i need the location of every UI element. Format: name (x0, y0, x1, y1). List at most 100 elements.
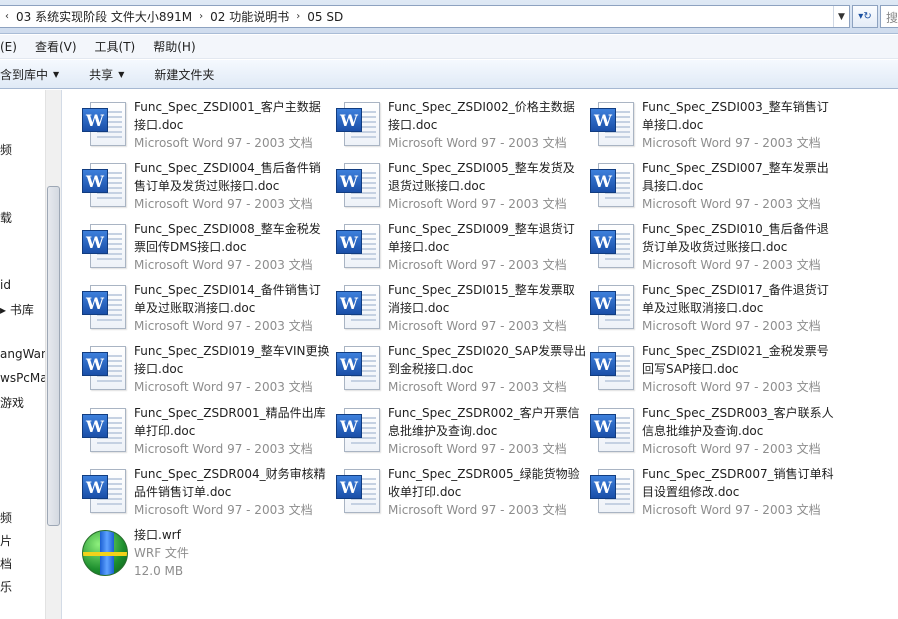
nav-item[interactable]: 载 (0, 209, 12, 226)
file-name-line: 具接口.doc (642, 179, 704, 193)
file-item[interactable]: W Func_Spec_ZSDI017_备件退货订 单及过账取消接口.doc Micr… (590, 281, 840, 337)
file-item[interactable]: W Func_Spec_ZSDI007_整车发票出 具接口.doc Microsoft… (590, 159, 840, 215)
file-name-line: Func_Spec_ZSDI005_整车发货及 (388, 161, 575, 175)
refresh-icon: ▾↻ (858, 11, 872, 22)
file-item[interactable]: W Func_Spec_ZSDI015_整车发票取 消接口.doc Microsoft… (336, 281, 586, 337)
new-folder-button[interactable]: 新建文件夹 (144, 66, 224, 83)
file-text: Func_Spec_ZSDI008_整车金税发 票回传DMS接口.doc Micro… (134, 220, 330, 274)
file-item[interactable]: W Func_Spec_ZSDI002_价格主数据 接口.doc Microsoft … (336, 98, 586, 154)
search-input[interactable]: 搜 (880, 5, 898, 28)
file-type-line: Microsoft Word 97 - 2003 文档 (642, 442, 821, 456)
file-name-line: 接口.doc (134, 362, 184, 376)
file-item[interactable]: W Func_Spec_ZSDI014_备件销售订 单及过账取消接口.doc Micr… (82, 281, 332, 337)
nav-item[interactable]: 频 (0, 141, 12, 158)
word-document-icon: W (82, 102, 128, 148)
file-text: Func_Spec_ZSDI020_SAP发票导出 到金税接口.doc Micros… (388, 342, 586, 396)
file-item[interactable]: W Func_Spec_ZSDR005_绿能货物验 收单打印.doc Microsof… (336, 465, 586, 521)
file-name-line: Func_Spec_ZSDR001_精品件出库 (134, 406, 326, 420)
word-document-icon: W (82, 469, 128, 515)
include-in-library-button[interactable]: 含到库中 ▼ (0, 66, 69, 83)
file-name-line: Func_Spec_ZSDR007_销售订单科 (642, 467, 834, 481)
file-type-line: Microsoft Word 97 - 2003 文档 (134, 503, 313, 517)
file-text: 接口.wrf WRF 文件 12.0 MB (134, 526, 330, 580)
file-type-line: Microsoft Word 97 - 2003 文档 (642, 503, 821, 517)
menu-help[interactable]: 帮助(H) (144, 38, 204, 55)
word-document-icon: W (336, 102, 382, 148)
file-text: Func_Spec_ZSDR007_销售订单科 目设置组修改.doc Microso… (642, 465, 838, 519)
file-item[interactable]: W Func_Spec_ZSDI008_整车金税发 票回传DMS接口.doc Micr… (82, 220, 332, 276)
nav-item[interactable]: ▸ 书库 (0, 301, 34, 318)
file-item[interactable]: W Func_Spec_ZSDR007_销售订单科 目设置组修改.doc Micros… (590, 465, 840, 521)
file-name-line: Func_Spec_ZSDI010_售后备件退 (642, 222, 829, 236)
nav-item[interactable]: 频 (0, 509, 12, 526)
nav-item[interactable]: id (0, 278, 11, 292)
refresh-button[interactable]: ▾↻ (852, 5, 878, 28)
word-document-icon: W (82, 224, 128, 270)
nav-scrollbar[interactable] (45, 90, 61, 619)
menu-view[interactable]: 查看(V) (26, 38, 86, 55)
file-item[interactable]: W Func_Spec_ZSDI009_整车退货订 单接口.doc Microsoft… (336, 220, 586, 276)
nav-item[interactable]: 游戏 (0, 394, 24, 411)
file-name-line: Func_Spec_ZSDR004_财务审核精 (134, 467, 326, 481)
file-name-line: 单接口.doc (388, 240, 450, 254)
file-name-line: Func_Spec_ZSDI015_整车发票取 (388, 283, 575, 297)
breadcrumb-segment-2[interactable]: 02 功能说明书 (206, 8, 293, 25)
breadcrumb-chevron-icon[interactable]: › (196, 11, 206, 22)
file-text: Func_Spec_ZSDI003_整车销售订 单接口.doc Microsoft … (642, 98, 838, 152)
file-text: Func_Spec_ZSDI005_整车发货及 退货过账接口.doc Microso… (388, 159, 584, 213)
share-button[interactable]: 共享 ▼ (79, 66, 134, 83)
file-item[interactable]: W Func_Spec_ZSDR003_客户联系人 信息批维护及查询.doc Micr… (590, 404, 840, 460)
command-bar: 含到库中 ▼ 共享 ▼ 新建文件夹 (0, 60, 898, 89)
file-item[interactable]: W Func_Spec_ZSDI021_金税发票号 回写SAP接口.doc Micro… (590, 342, 840, 398)
breadcrumb-segment-3[interactable]: 05 SD (303, 10, 347, 24)
file-item[interactable]: W Func_Spec_ZSDI020_SAP发票导出 到金税接口.doc Micro… (336, 342, 586, 398)
file-item[interactable]: W Func_Spec_ZSDI010_售后备件退 货订单及收货过账接口.doc Mi… (590, 220, 840, 276)
breadcrumb-segment-1[interactable]: 03 系统实现阶段 文件大小891M (12, 8, 196, 25)
scrollbar-thumb[interactable] (47, 186, 60, 526)
file-text: Func_Spec_ZSDI001_客户主数据 接口.doc Microsoft W… (134, 98, 330, 152)
file-item[interactable]: 接口.wrf WRF 文件 12.0 MB (82, 526, 332, 582)
file-name-line: 接口.doc (388, 118, 438, 132)
file-name-line: 退货过账接口.doc (388, 179, 486, 193)
file-item[interactable]: W Func_Spec_ZSDI019_整车VIN更换 接口.doc Microsof… (82, 342, 332, 398)
word-document-icon: W (336, 346, 382, 392)
file-name-line: 售订单及发货过账接口.doc (134, 179, 280, 193)
word-document-icon: W (590, 163, 636, 209)
breadcrumb-chevron-icon[interactable]: › (293, 11, 303, 22)
word-document-icon: W (82, 346, 128, 392)
nav-item[interactable]: 片 (0, 532, 12, 549)
file-text: Func_Spec_ZSDI021_金税发票号 回写SAP接口.doc Micros… (642, 342, 838, 396)
file-name-line: Func_Spec_ZSDI002_价格主数据 (388, 100, 575, 114)
word-document-icon: W (336, 285, 382, 331)
file-item[interactable]: W Func_Spec_ZSDI004_售后备件销 售订单及发货过账接口.doc Mi… (82, 159, 332, 215)
nav-item-label: 书库 (9, 303, 34, 317)
file-item[interactable]: W Func_Spec_ZSDR001_精品件出库 单打印.doc Microsoft… (82, 404, 332, 460)
file-list: W Func_Spec_ZSDI001_客户主数据 接口.doc Microsoft … (63, 90, 898, 619)
file-item[interactable]: W Func_Spec_ZSDR004_财务审核精 品件销售订单.doc Micros… (82, 465, 332, 521)
file-name-line: Func_Spec_ZSDI004_售后备件销 (134, 161, 321, 175)
word-document-icon: W (590, 285, 636, 331)
file-text: Func_Spec_ZSDI010_售后备件退 货订单及收货过账接口.doc Mic… (642, 220, 838, 274)
address-bar[interactable]: ‹ 03 系统实现阶段 文件大小891M › 02 功能说明书 › 05 SD … (0, 5, 850, 28)
file-name-line: Func_Spec_ZSDI001_客户主数据 (134, 100, 321, 114)
file-type-line: Microsoft Word 97 - 2003 文档 (388, 442, 567, 456)
file-text: Func_Spec_ZSDI009_整车退货订 单接口.doc Microsoft … (388, 220, 584, 274)
nav-item[interactable]: 档 (0, 555, 12, 572)
file-item[interactable]: W Func_Spec_ZSDI005_整车发货及 退货过账接口.doc Micros… (336, 159, 586, 215)
menu-edit[interactable]: (E) (0, 40, 26, 54)
file-text: Func_Spec_ZSDI014_备件销售订 单及过账取消接口.doc Micro… (134, 281, 330, 335)
menu-tools[interactable]: 工具(T) (86, 38, 145, 55)
file-text: Func_Spec_ZSDR005_绿能货物验 收单打印.doc Microsoft… (388, 465, 584, 519)
breadcrumb-chevron-icon[interactable]: ‹ (2, 11, 12, 22)
file-item[interactable]: W Func_Spec_ZSDI003_整车销售订 单接口.doc Microsoft… (590, 98, 840, 154)
file-name-line: 单打印.doc (134, 424, 196, 438)
file-item[interactable]: W Func_Spec_ZSDR002_客户开票信 息批维护及查询.doc Micro… (336, 404, 586, 460)
nav-item[interactable]: 乐 (0, 578, 12, 595)
file-text: Func_Spec_ZSDR004_财务审核精 品件销售订单.doc Microso… (134, 465, 330, 519)
file-text: Func_Spec_ZSDR001_精品件出库 单打印.doc Microsoft … (134, 404, 330, 458)
address-dropdown-icon[interactable]: ▼ (833, 6, 849, 27)
file-name-line: 到金税接口.doc (388, 362, 474, 376)
nav-item[interactable]: wsPcMa (0, 371, 48, 385)
file-item[interactable]: W Func_Spec_ZSDI001_客户主数据 接口.doc Microsoft … (82, 98, 332, 154)
library-icon: ▸ (0, 303, 10, 317)
